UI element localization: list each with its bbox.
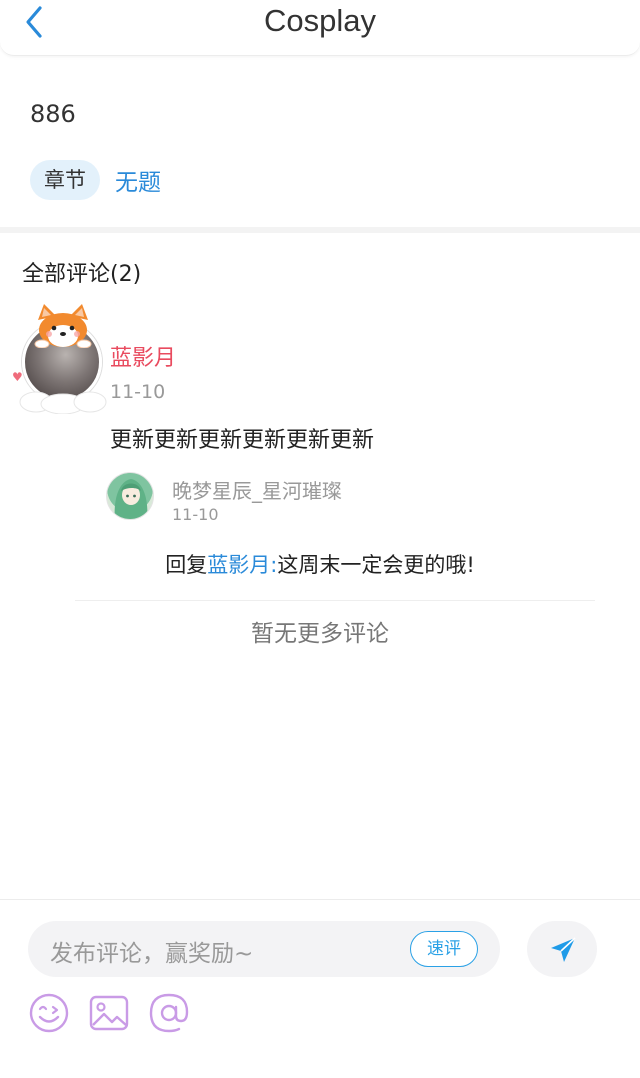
- comment-text[interactable]: 更新更新更新更新更新更新: [110, 422, 374, 454]
- page-title: Cosplay: [264, 3, 376, 38]
- image-icon[interactable]: [88, 992, 130, 1034]
- reply-prefix: 回复: [165, 553, 208, 577]
- comment-input[interactable]: 发布评论，赢奖励~ 速评: [28, 921, 500, 977]
- section-divider: [0, 227, 640, 233]
- emoji-icon[interactable]: [28, 992, 70, 1034]
- no-more-comments-label: 暂无更多评论: [251, 621, 389, 647]
- reply-avatar[interactable]: [106, 472, 154, 520]
- reply-text[interactable]: 回复蓝影月:这周末一定会更的哦!: [0, 549, 640, 579]
- comment-composer-bar: 发布评论，赢奖励~ 速评: [0, 899, 640, 1078]
- send-icon: [551, 937, 576, 962]
- chapter-title-link[interactable]: 无题: [115, 163, 161, 197]
- send-button[interactable]: [527, 921, 597, 977]
- commenter-avatar-frame[interactable]: ♥: [12, 300, 114, 415]
- reply-username[interactable]: 晚梦星辰_星河璀璨: [172, 475, 342, 504]
- divider: [75, 600, 595, 601]
- cloud-decoration: [19, 391, 107, 414]
- heart-icon: ♥: [12, 370, 23, 384]
- comment-date: 11-10: [110, 381, 166, 403]
- reply-mention[interactable]: 蓝影月:: [207, 553, 277, 577]
- chapter-row: 章节 无题: [30, 159, 161, 201]
- quick-comment-button[interactable]: 速评: [410, 931, 478, 967]
- corgi-frame-icon: [34, 304, 92, 348]
- at-icon[interactable]: [148, 992, 190, 1034]
- post-body: 886: [30, 100, 76, 128]
- top-bar: Cosplay: [0, 0, 640, 56]
- reply-date: 11-10: [172, 505, 219, 524]
- comments-count-title: 全部评论(2): [22, 262, 142, 287]
- reply-content: 这周末一定会更的哦!: [277, 553, 475, 577]
- comment-username[interactable]: 蓝影月: [110, 340, 176, 372]
- reply-avatar-art: [114, 479, 148, 519]
- comment-input-placeholder: 发布评论，赢奖励~: [50, 941, 254, 967]
- chapter-tag: 章节: [30, 160, 100, 200]
